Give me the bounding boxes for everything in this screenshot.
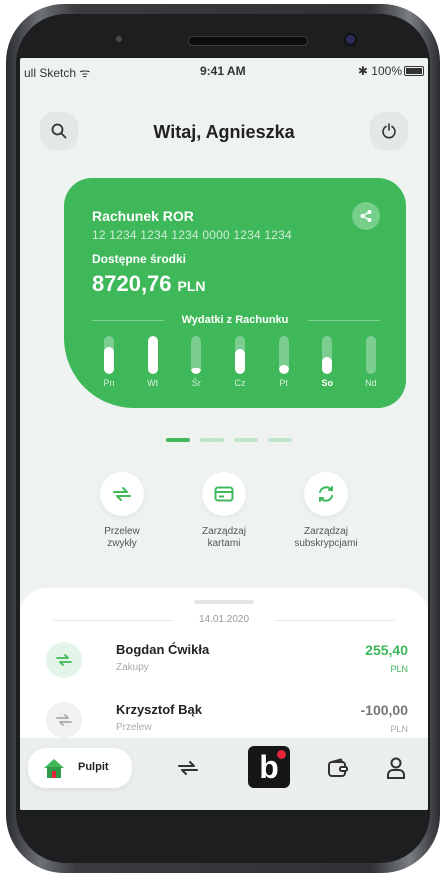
spending-bar-track [278,336,289,374]
spending-bar-track [191,336,202,374]
available-funds-label: Dostępne środki [92,252,187,266]
share-icon [360,210,372,222]
spending-bar-fill [104,347,114,374]
spending-bar-track [234,336,245,374]
day-label: Pt [279,378,288,388]
transaction-amount: -100,00 [360,702,408,718]
app-screen: ull Sketch ᯤ 9:41 AM ✱ 100% Witaj, Agnie… [20,58,428,810]
tab-home[interactable]: Pulpit [28,748,132,788]
brand-letter: b [259,749,279,785]
card-icon [202,472,246,516]
day-label: Cz [234,378,246,388]
brand-logo-button[interactable]: b [248,746,290,788]
divider [276,620,394,621]
spending-bar-fill [278,364,289,374]
transfer-icon [100,472,144,516]
earpiece-speaker [188,36,308,46]
transaction-category: Zakupy [116,662,149,673]
account-balance: 8720,76 PLN [92,271,206,297]
share-button[interactable] [352,202,380,230]
front-camera [346,35,355,44]
quick-action-label: Zarządzaj subskrypcjami [294,526,358,549]
transaction-name: Krzysztof Bąk [116,702,202,717]
account-number: 12 1234 1234 1234 0000 1234 1234 [92,228,292,242]
spending-bar-fill [322,356,333,374]
spending-bar-cz[interactable]: Cz [225,336,255,392]
spending-bar-pt[interactable]: Pt [269,336,299,392]
carousel-dot[interactable] [166,438,190,442]
balance-value: 8720,76 [92,271,172,296]
transaction-currency: PLN [390,664,408,674]
transaction-amount: 255,40 [365,642,408,658]
day-label: So [321,378,334,388]
carousel-dot[interactable] [234,438,258,442]
quick-action-transfer[interactable]: Przelew zwykły [72,472,172,550]
greeting-title: Witaj, Agnieszka [153,122,295,142]
transfer-icon [46,642,82,678]
account-name: Rachunek ROR [92,208,194,224]
spending-bar-nd[interactable]: Nd [356,336,386,392]
quick-action-label: Przelew zwykły [104,526,140,549]
transaction-row[interactable]: Bogdan Ćwikła Zakupy 255,40 PLN [20,630,428,684]
day-label: Nd [365,378,377,388]
clock: 9:41 AM [200,64,246,78]
carousel-dot[interactable] [200,438,224,442]
balance-currency: PLN [177,278,206,294]
transfer-icon [46,702,82,738]
quick-action-label: Zarządzaj kartami [202,526,246,549]
transaction-category: Przelew [116,722,152,733]
brand-dot [277,750,286,759]
tab-transfers[interactable] [170,750,206,786]
carousel-dot[interactable] [268,438,292,442]
power-icon [382,123,396,139]
transaction-currency: PLN [390,724,408,734]
spending-bar-śr[interactable]: Śr [181,336,211,392]
spending-bar-track [104,336,114,374]
spending-bar-fill [234,349,245,374]
spending-bar-track [147,336,158,374]
wallet-icon [328,758,348,777]
tab-profile[interactable] [378,750,414,786]
tab-home-label: Pulpit [78,761,109,773]
carrier-signal: ull Sketch ᯤ [24,66,91,80]
bottom-tab-bar: Pulpit b [20,738,428,810]
spending-bar-pn[interactable]: Pn [94,336,124,392]
spending-bar-so[interactable]: So [312,336,342,392]
day-label: Śr [191,378,201,388]
drag-handle[interactable] [194,600,254,604]
front-sensor [116,36,122,42]
tab-wallet[interactable] [320,750,356,786]
spending-bar-fill [191,368,202,374]
day-label: Wt [147,378,159,388]
logout-button[interactable] [370,112,408,150]
status-bar: ull Sketch ᯤ 9:41 AM ✱ 100% [20,58,428,82]
divider [308,320,380,321]
transaction-name: Bogdan Ćwikła [116,642,210,657]
refresh-icon [304,472,348,516]
transfer-icon [178,761,198,775]
transaction-row[interactable]: Krzysztof Bąk Przelew -100,00 PLN [20,690,428,744]
spending-bar-track [365,336,376,374]
user-icon [387,757,405,779]
battery-icon [404,66,424,76]
account-card[interactable]: Rachunek ROR 12 1234 1234 1234 0000 1234… [64,178,406,408]
day-label: Pn [103,378,115,388]
quick-action-cards[interactable]: Zarządzaj kartami [174,472,274,550]
quick-action-subscriptions[interactable]: Zarządzaj subskrypcjami [276,472,376,550]
spending-bar-track [322,336,333,374]
battery-percent: ✱ 100% [357,64,402,78]
spending-chart: Pn Wt Śr Cz Pt So Nd [94,336,386,392]
home-icon [44,759,64,778]
spending-bar-wt[interactable]: Wt [138,336,168,392]
carousel-indicator [166,438,292,442]
spending-bar-fill [147,336,158,374]
